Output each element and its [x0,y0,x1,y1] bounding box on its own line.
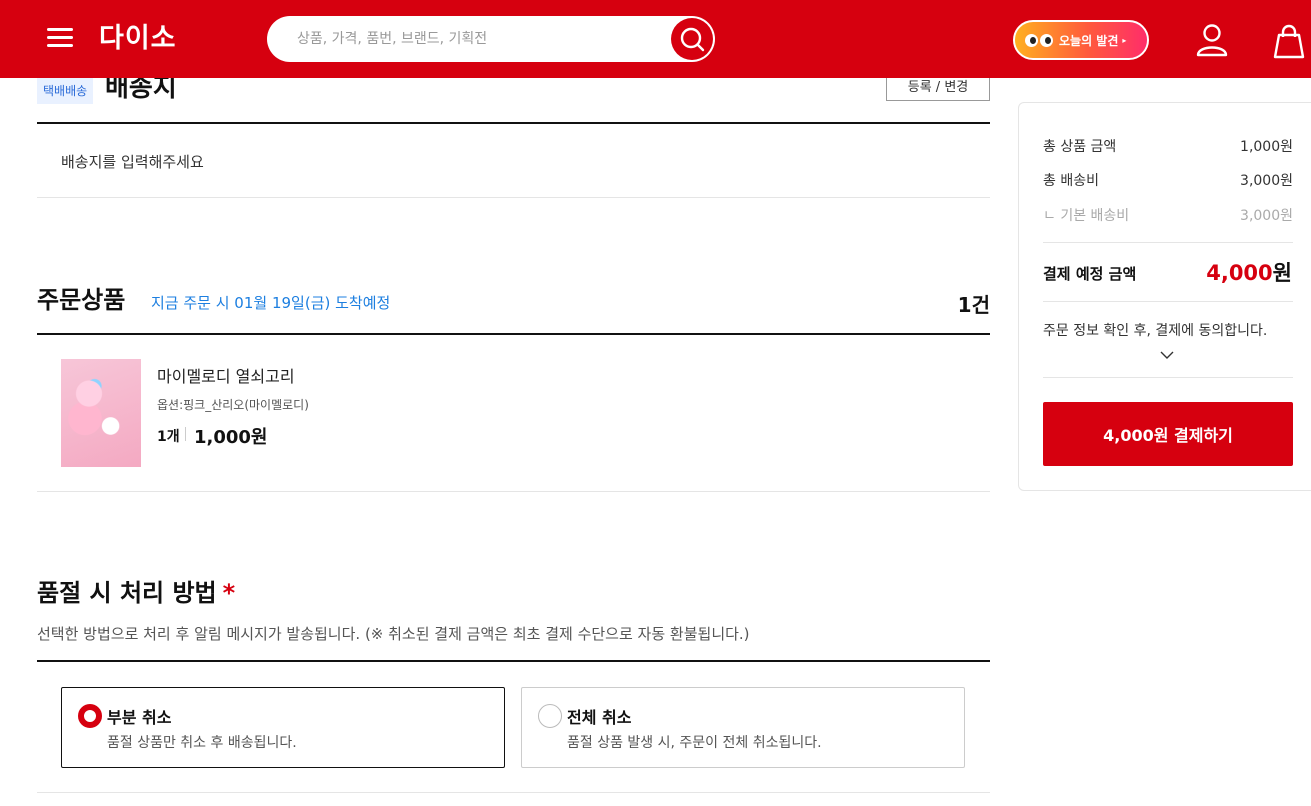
shipping-value: 3,000원 [1240,173,1293,189]
pay-button[interactable]: 4,000원 결제하기 [1043,402,1293,466]
delivery-address-area[interactable]: 배송지를 입력해주세요 [37,124,990,198]
address-edit-button[interactable]: 등록 / 변경 [886,74,990,101]
base-shipping-value: 3,000원 [1240,208,1293,224]
delivery-empty-text: 배송지를 입력해주세요 [61,153,204,171]
option-description: 품절 상품만 취소 후 배송됩니다. [107,735,297,751]
delivery-header: 택배배송 배송지 등록 / 변경 [37,73,990,124]
payment-summary-panel: 총 상품 금액 1,000원 총 배송비 3,000원 ㄴ 기본 배송비 3,0… [1018,102,1311,491]
today-discover-button[interactable]: 오늘의 발견 ▸ [1013,20,1149,60]
agree-text: 주문 정보 확인 후, 결제에 동의합니다. [1043,323,1268,339]
order-products-header: 주문상품 지금 주문 시 01월 19일(금) 도착예정 1건 [37,282,990,335]
play-arrow-icon: ▸ [1122,35,1127,45]
daiso-logo[interactable]: 다이소 [99,21,177,57]
total-amount-number: 4,000 [1206,261,1273,285]
total-amount: 4,000원 [1206,257,1292,287]
divider [1043,377,1293,378]
divider [37,660,990,662]
total-label: 결제 예정 금액 [1043,265,1137,283]
delivery-type-badge: 택배배송 [37,78,94,104]
base-shipping-label: ㄴ 기본 배송비 [1043,208,1130,224]
user-icon[interactable] [1195,23,1229,57]
divider [1043,242,1293,243]
product-row: 마이멜로디 열쇠고리 옵션:핑크_산리오(마이멜로디) 1개 1,000원 [37,335,990,492]
order-count: 1건 [957,293,990,317]
soldout-description: 선택한 방법으로 처리 후 알림 메시지가 발송됩니다. (※ 취소된 결제 금… [37,625,750,643]
search-bar [267,16,715,62]
option-description: 품절 상품 발생 시, 주문이 전체 취소됩니다. [567,735,822,751]
soldout-title-text: 품절 시 처리 방법 [37,579,217,607]
chevron-down-icon[interactable] [1159,347,1175,363]
top-header: 다이소 오늘의 발견 ▸ [0,0,1311,78]
divider [37,792,990,793]
shopping-bag-icon[interactable] [1271,23,1307,59]
menu-icon[interactable] [47,27,73,49]
divider [1043,301,1293,302]
search-input[interactable] [297,16,657,62]
divider [185,427,186,441]
partial-cancel-option[interactable]: 부분 취소 품절 상품만 취소 후 배송됩니다. [61,687,505,768]
product-price: 1,000원 [194,427,268,448]
product-total-value: 1,000원 [1240,139,1293,155]
discover-label: 오늘의 발견 [1059,33,1119,48]
shipping-label: 총 배송비 [1043,173,1099,189]
option-title: 전체 취소 [567,708,632,727]
product-thumbnail[interactable] [61,359,141,467]
product-total-label: 총 상품 금액 [1043,139,1117,155]
product-name[interactable]: 마이멜로디 열쇠고리 [157,363,295,387]
radio-unselected-icon[interactable] [538,704,562,728]
eyes-icon [1025,33,1053,47]
order-title: 주문상품 [37,286,126,314]
search-button[interactable] [671,18,713,60]
soldout-title: 품절 시 처리 방법 * [37,577,235,609]
radio-selected-icon[interactable] [78,704,102,728]
search-icon [680,27,705,52]
arrival-estimate: 지금 주문 시 01월 19일(금) 도착예정 [151,294,391,312]
product-quantity: 1개 [157,429,180,445]
product-option: 옵션:핑크_산리오(마이멜로디) [157,398,309,412]
option-title: 부분 취소 [107,708,172,727]
required-mark: * [222,579,236,607]
full-cancel-option[interactable]: 전체 취소 품절 상품 발생 시, 주문이 전체 취소됩니다. [521,687,965,768]
total-amount-unit: 원 [1272,261,1292,285]
